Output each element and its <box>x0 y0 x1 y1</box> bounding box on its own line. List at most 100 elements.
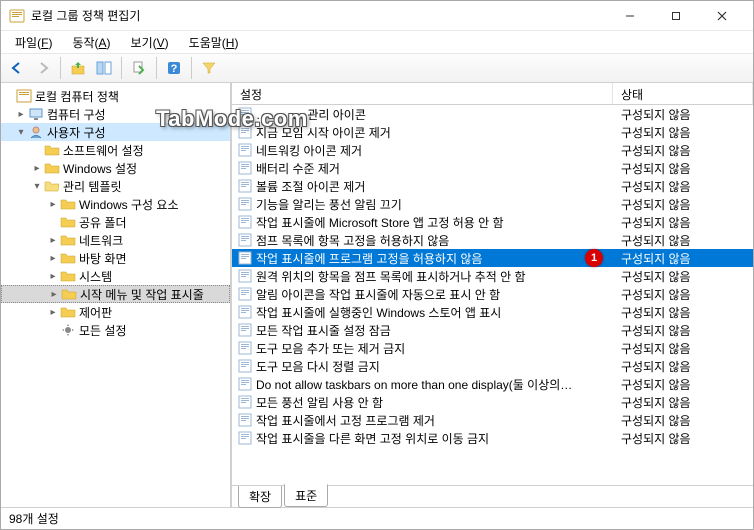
tree-label: Windows 설정 <box>63 160 137 177</box>
list-item[interactable]: 원격 위치의 항목을 점프 목록에 표시하거나 추적 안 함 구성되지 않음 <box>232 267 753 285</box>
column-header-state[interactable]: 상태 <box>613 83 753 104</box>
list-header: 설정 상태 <box>232 83 753 105</box>
tree-pane[interactable]: ▸ 로컬 컴퓨터 정책 ▸ 컴퓨터 구성 <box>1 83 231 507</box>
tree-item[interactable]: ▸ 바탕 화면 <box>1 249 230 267</box>
list-body[interactable]: ………… 관리 아이콘 구성되지 않음 지금 모임 시작 아이콘 제거 구성되지… <box>232 105 753 485</box>
setting-icon <box>238 233 252 247</box>
tab-standard[interactable]: 표준 <box>284 484 328 507</box>
list-item[interactable]: 배터리 수준 제거 구성되지 않음 <box>232 159 753 177</box>
cell-setting: 원격 위치의 항목을 점프 목록에 표시하거나 추적 안 함 <box>232 268 613 285</box>
tree-label: 시스템 <box>79 268 112 285</box>
cell-setting: 네트워킹 아이콘 제거 <box>232 142 613 159</box>
column-header-setting[interactable]: 설정 <box>232 83 613 104</box>
list-item[interactable]: 모든 작업 표시줄 설정 잠금 구성되지 않음 <box>232 321 753 339</box>
expander-icon[interactable]: ▸ <box>48 289 60 300</box>
minimize-button[interactable] <box>607 2 653 30</box>
list-item[interactable]: 작업 표시줄에 프로그램 고정을 허용하지 않음 구성되지 않음 1 <box>232 249 753 267</box>
cell-setting: 작업 표시줄에 프로그램 고정을 허용하지 않음 <box>232 250 613 267</box>
cell-state: 구성되지 않음 <box>613 214 753 231</box>
svg-text:?: ? <box>171 63 178 75</box>
list-item[interactable]: 도구 모음 추가 또는 제거 금지 구성되지 않음 <box>232 339 753 357</box>
setting-icon <box>238 197 252 211</box>
cell-setting: 지금 모임 시작 아이콘 제거 <box>232 124 613 141</box>
cell-state: 구성되지 않음 <box>613 304 753 321</box>
expander-icon[interactable]: ▸ <box>31 163 43 174</box>
tree-user-config[interactable]: ▾ 사용자 구성 <box>1 123 230 141</box>
tree-admin-templates[interactable]: ▾ 관리 템플릿 <box>1 177 230 195</box>
gear-icon <box>60 323 76 337</box>
tree-selected-startmenu[interactable]: ▸ 시작 메뉴 및 작업 표시줄 <box>1 285 230 303</box>
list-item[interactable]: 기능을 알리는 풍선 알림 끄기 구성되지 않음 <box>232 195 753 213</box>
expander-icon[interactable]: ▾ <box>31 181 43 192</box>
list-item[interactable]: 작업 표시줄에 Microsoft Store 앱 고정 허용 안 함 구성되지… <box>232 213 753 231</box>
tree-label: 관리 템플릿 <box>63 178 122 195</box>
setting-icon <box>238 287 252 301</box>
setting-text: 원격 위치의 항목을 점프 목록에 표시하거나 추적 안 함 <box>256 268 526 285</box>
tree-computer-config[interactable]: ▸ 컴퓨터 구성 <box>1 105 230 123</box>
expander-icon[interactable]: ▸ <box>47 235 59 246</box>
help-button[interactable]: ? <box>162 56 186 80</box>
list-item[interactable]: 도구 모음 다시 정렬 금지 구성되지 않음 <box>232 357 753 375</box>
list-item[interactable]: 지금 모임 시작 아이콘 제거 구성되지 않음 <box>232 123 753 141</box>
list-item[interactable]: Do not allow taskbars on more than one d… <box>232 375 753 393</box>
folder-icon <box>61 287 77 301</box>
tree-item[interactable]: ▸ 네트워크 <box>1 231 230 249</box>
list-item[interactable]: 알림 아이콘을 작업 표시줄에 자동으로 표시 안 함 구성되지 않음 <box>232 285 753 303</box>
expander-icon[interactable]: ▸ <box>47 271 59 282</box>
expander-icon[interactable]: ▸ <box>47 307 59 318</box>
expander-icon[interactable]: ▸ <box>47 199 59 210</box>
menu-view[interactable]: 보기(V) <box>123 32 177 53</box>
menu-file[interactable]: 파일(F) <box>7 32 60 53</box>
setting-text: 모든 풍선 알림 사용 안 함 <box>256 394 383 411</box>
tree-item[interactable]: ▸ Windows 설정 <box>1 159 230 177</box>
list-item[interactable]: ………… 관리 아이콘 구성되지 않음 <box>232 105 753 123</box>
cell-setting: 도구 모음 추가 또는 제거 금지 <box>232 340 613 357</box>
folder-open-icon <box>44 179 60 193</box>
expander-icon[interactable]: ▸ <box>15 109 27 120</box>
list-item[interactable]: 네트워킹 아이콘 제거 구성되지 않음 <box>232 141 753 159</box>
tree-item[interactable]: ▸ 모든 설정 <box>1 321 230 339</box>
menu-action[interactable]: 동작(A) <box>64 32 118 53</box>
tree-root[interactable]: ▸ 로컬 컴퓨터 정책 <box>1 87 230 105</box>
export-button[interactable] <box>127 56 151 80</box>
close-button[interactable] <box>699 2 745 30</box>
menubar: 파일(F) 동작(A) 보기(V) 도움말(H) <box>1 31 753 53</box>
tab-extended[interactable]: 확장 <box>238 486 282 508</box>
setting-text: 작업 표시줄을 다른 화면 고정 위치로 이동 금지 <box>256 430 489 447</box>
filter-button[interactable] <box>197 56 221 80</box>
up-button[interactable] <box>66 56 90 80</box>
setting-text: 작업 표시줄에 프로그램 고정을 허용하지 않음 <box>256 250 482 267</box>
maximize-button[interactable] <box>653 2 699 30</box>
list-item[interactable]: 작업 표시줄에 실행중인 Windows 스토어 앱 표시 구성되지 않음 <box>232 303 753 321</box>
back-button[interactable] <box>5 56 29 80</box>
app-icon <box>9 8 25 24</box>
list-item[interactable]: 작업 표시줄을 다른 화면 고정 위치로 이동 금지 구성되지 않음 <box>232 429 753 447</box>
show-hide-tree-button[interactable] <box>92 56 116 80</box>
list-item[interactable]: 볼륨 조절 아이콘 제거 구성되지 않음 <box>232 177 753 195</box>
list-item[interactable]: 모든 풍선 알림 사용 안 함 구성되지 않음 <box>232 393 753 411</box>
tree-item[interactable]: ▸ 공유 폴더 <box>1 213 230 231</box>
setting-text: 작업 표시줄에서 고정 프로그램 제거 <box>256 412 435 429</box>
list-item[interactable]: 점프 목록에 항목 고정을 허용하지 않음 구성되지 않음 <box>232 231 753 249</box>
tree-label: 바탕 화면 <box>79 250 127 267</box>
expander-icon[interactable]: ▾ <box>15 127 27 138</box>
cell-setting: 알림 아이콘을 작업 표시줄에 자동으로 표시 안 함 <box>232 286 613 303</box>
list-item[interactable]: 작업 표시줄에서 고정 프로그램 제거 구성되지 않음 <box>232 411 753 429</box>
tree-label: 로컬 컴퓨터 정책 <box>35 88 119 105</box>
main-body: ▸ 로컬 컴퓨터 정책 ▸ 컴퓨터 구성 <box>1 83 753 507</box>
tree-item[interactable]: ▸ Windows 구성 요소 <box>1 195 230 213</box>
forward-button[interactable] <box>31 56 55 80</box>
tree-item[interactable]: ▸ 제어판 <box>1 303 230 321</box>
menu-help[interactable]: 도움말(H) <box>181 32 247 53</box>
setting-icon <box>238 179 252 193</box>
folder-icon <box>44 161 60 175</box>
expander-icon[interactable]: ▸ <box>47 253 59 264</box>
window-title: 로컬 그룹 정책 편집기 <box>31 7 607 24</box>
setting-icon <box>238 107 252 121</box>
tree-item[interactable]: ▸ 시스템 <box>1 267 230 285</box>
cell-setting: 모든 작업 표시줄 설정 잠금 <box>232 322 613 339</box>
toolbar: ? <box>1 53 753 83</box>
tree-label: 사용자 구성 <box>47 124 106 141</box>
folder-icon <box>60 305 76 319</box>
tree-item[interactable]: ▸ 소프트웨어 설정 <box>1 141 230 159</box>
